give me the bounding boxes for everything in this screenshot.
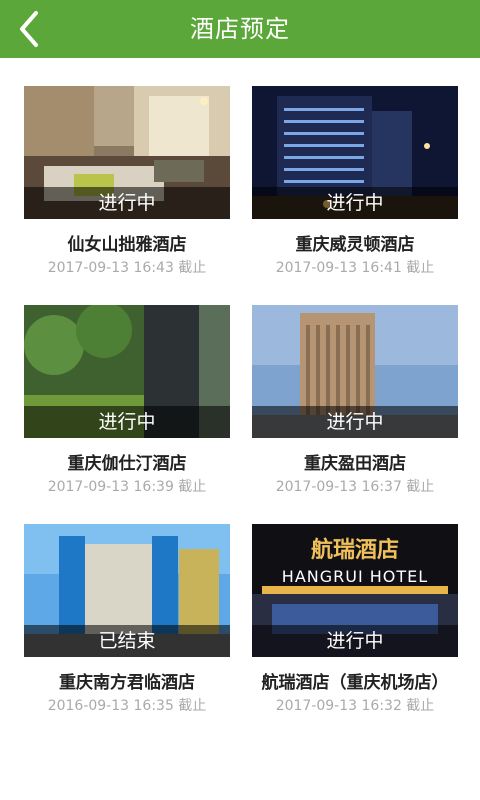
deadline-text: 2016-09-13 16:35 截止 [47,698,207,714]
hotel-photo: 进行中 [252,305,458,438]
deadline-text: 2017-09-13 16:37 截止 [275,479,435,495]
hotel-photo: 进行中 [24,305,230,438]
hotel-name: 重庆威灵顿酒店 [295,235,415,255]
hotel-grid: 进行中 仙女山拙雅酒店 2017-09-13 16:43 截止 进行中 重庆威灵… [0,0,480,800]
hotel-name: 航瑞酒店（重庆机场店） [261,673,449,693]
hotel-card[interactable]: 进行中 重庆威灵顿酒店 2017-09-13 16:41 截止 [252,86,458,276]
hotel-card[interactable]: 进行中 重庆盈田酒店 2017-09-13 16:37 截止 [252,305,458,495]
deadline-text: 2017-09-13 16:39 截止 [47,479,207,495]
hotel-card[interactable]: 航瑞酒店 HANGRUI HOTEL 进行中 航瑞酒店（重庆机场店） 2017-… [252,524,458,714]
hotel-name: 仙女山拙雅酒店 [67,235,187,255]
sign-cn: 航瑞酒店 [311,537,399,563]
status-badge: 进行中 [252,187,458,219]
sign-en: HANGRUI HOTEL [282,567,428,586]
hotel-name: 重庆伽仕汀酒店 [67,454,187,474]
deadline-text: 2017-09-13 16:41 截止 [275,260,435,276]
hotel-card[interactable]: 进行中 重庆伽仕汀酒店 2017-09-13 16:39 截止 [24,305,230,495]
hotel-photo: 已结束 [24,524,230,657]
status-badge: 进行中 [252,406,458,438]
status-badge: 进行中 [24,187,230,219]
status-badge: 已结束 [24,625,230,657]
hotel-name: 重庆南方君临酒店 [59,673,195,693]
deadline-text: 2017-09-13 16:32 截止 [275,698,435,714]
deadline-text: 2017-09-13 16:43 截止 [47,260,207,276]
hotel-photo: 航瑞酒店 HANGRUI HOTEL 进行中 [252,524,458,657]
hotel-name: 重庆盈田酒店 [304,454,406,474]
hotel-card[interactable]: 进行中 仙女山拙雅酒店 2017-09-13 16:43 截止 [24,86,230,276]
hotel-photo: 进行中 [24,86,230,219]
status-badge: 进行中 [24,406,230,438]
hotel-photo: 进行中 [252,86,458,219]
status-badge: 进行中 [252,625,458,657]
hotel-card[interactable]: 已结束 重庆南方君临酒店 2016-09-13 16:35 截止 [24,524,230,714]
